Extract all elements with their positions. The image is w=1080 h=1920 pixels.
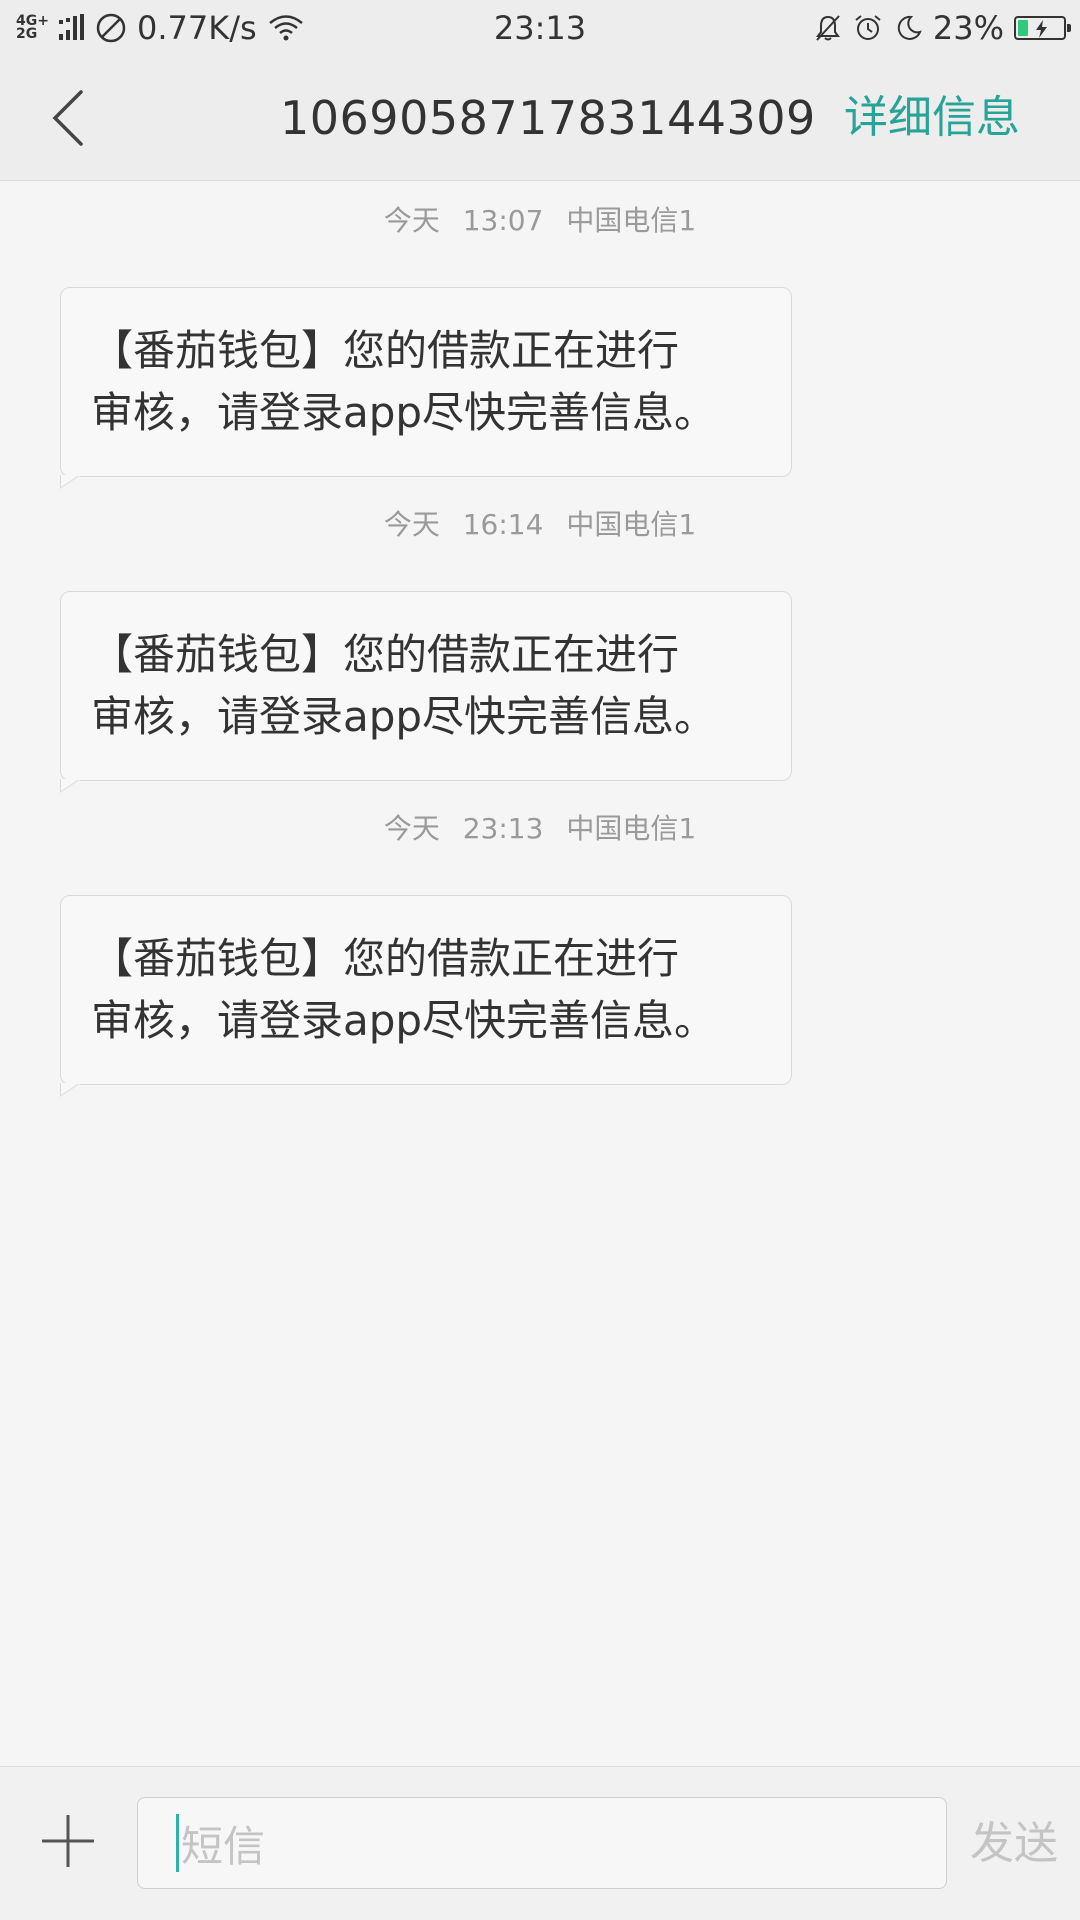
bubble-tail — [60, 1083, 81, 1097]
signal-bars-icon — [58, 14, 84, 40]
message-bubble[interactable]: 【番茄钱包】您的借款正在进行 审核，请登录app尽快完善信息。 — [60, 591, 792, 781]
bubble-tail — [60, 779, 81, 793]
sms-input-placeholder: 短信 — [181, 1821, 266, 1871]
battery-fill — [1018, 20, 1028, 36]
bubble-tail — [60, 475, 81, 489]
message-timestamp: 今天 13:07 中国电信1 — [0, 199, 1080, 239]
timestamp-day: 今天 — [383, 508, 440, 541]
message-bubble[interactable]: 【番茄钱包】您的借款正在进行 审核，请登录app尽快完善信息。 — [60, 895, 792, 1085]
message-timestamp: 今天 16:14 中国电信1 — [0, 503, 1080, 543]
message-text-line: 审核，请登录app尽快完善信息。 — [91, 692, 717, 741]
timestamp-carrier: 中国电信1 — [566, 812, 697, 845]
alarm-icon — [855, 15, 881, 40]
message-text-line: 【番茄钱包】您的借款正在进行 — [91, 934, 680, 983]
bell-off-icon — [815, 15, 840, 41]
message-text-line: 审核，请登录app尽快完善信息。 — [91, 996, 717, 1045]
no-sim-icon — [96, 13, 126, 43]
text-caret — [176, 1814, 179, 1872]
battery-percent: 23% — [932, 9, 1004, 47]
status-left: 4G+ 2G 0.77K/s — [16, 0, 305, 56]
battery-icon — [1014, 16, 1071, 40]
page-title: 106905871783144309 — [280, 91, 816, 145]
timestamp-carrier: 中国电信1 — [566, 204, 697, 237]
send-button[interactable]: 发送 — [970, 1767, 1058, 1920]
conversation-header: 106905871783144309 详细信息 — [0, 56, 1080, 181]
timestamp-time: 16:14 — [462, 508, 544, 541]
timestamp-time: 23:13 — [462, 812, 544, 845]
back-button[interactable] — [40, 86, 96, 150]
details-button[interactable]: 详细信息 — [844, 56, 1020, 180]
composer-bar: 短信 发送 — [0, 1766, 1080, 1920]
add-attachment-button[interactable] — [40, 1813, 96, 1869]
wifi-icon — [268, 15, 303, 41]
status-right: 23% — [813, 0, 1071, 56]
moon-icon — [897, 15, 922, 40]
timestamp-day: 今天 — [383, 204, 440, 237]
plus-icon — [42, 1815, 94, 1867]
timestamp-day: 今天 — [383, 812, 440, 845]
charging-bolt-icon — [1036, 20, 1047, 38]
network-type-bottom: 2G — [16, 26, 38, 42]
timestamp-carrier: 中国电信1 — [566, 508, 697, 541]
message-thread[interactable]: 今天 13:07 中国电信1 【番茄钱包】您的借款正在进行 审核，请登录app尽… — [0, 181, 1080, 1766]
sms-conversation-screen: 4G+ 2G 0.77K/s 23:13 23% 106905871783144… — [0, 0, 1080, 1920]
network-type: 4G+ 2G — [16, 14, 49, 42]
timestamp-time: 13:07 — [462, 204, 544, 237]
message-text-line: 【番茄钱包】您的借款正在进行 — [91, 630, 680, 679]
status-bar: 4G+ 2G 0.77K/s 23:13 23% — [0, 0, 1080, 56]
network-speed: 0.77K/s — [136, 9, 257, 47]
message-timestamp: 今天 23:13 中国电信1 — [0, 807, 1080, 847]
message-text-line: 【番茄钱包】您的借款正在进行 — [91, 326, 680, 375]
message-bubble[interactable]: 【番茄钱包】您的借款正在进行 审核，请登录app尽快完善信息。 — [60, 287, 792, 477]
message-text-line: 审核，请登录app尽快完善信息。 — [91, 388, 717, 437]
chevron-left-icon — [52, 90, 83, 146]
sms-input[interactable]: 短信 — [137, 1797, 947, 1889]
